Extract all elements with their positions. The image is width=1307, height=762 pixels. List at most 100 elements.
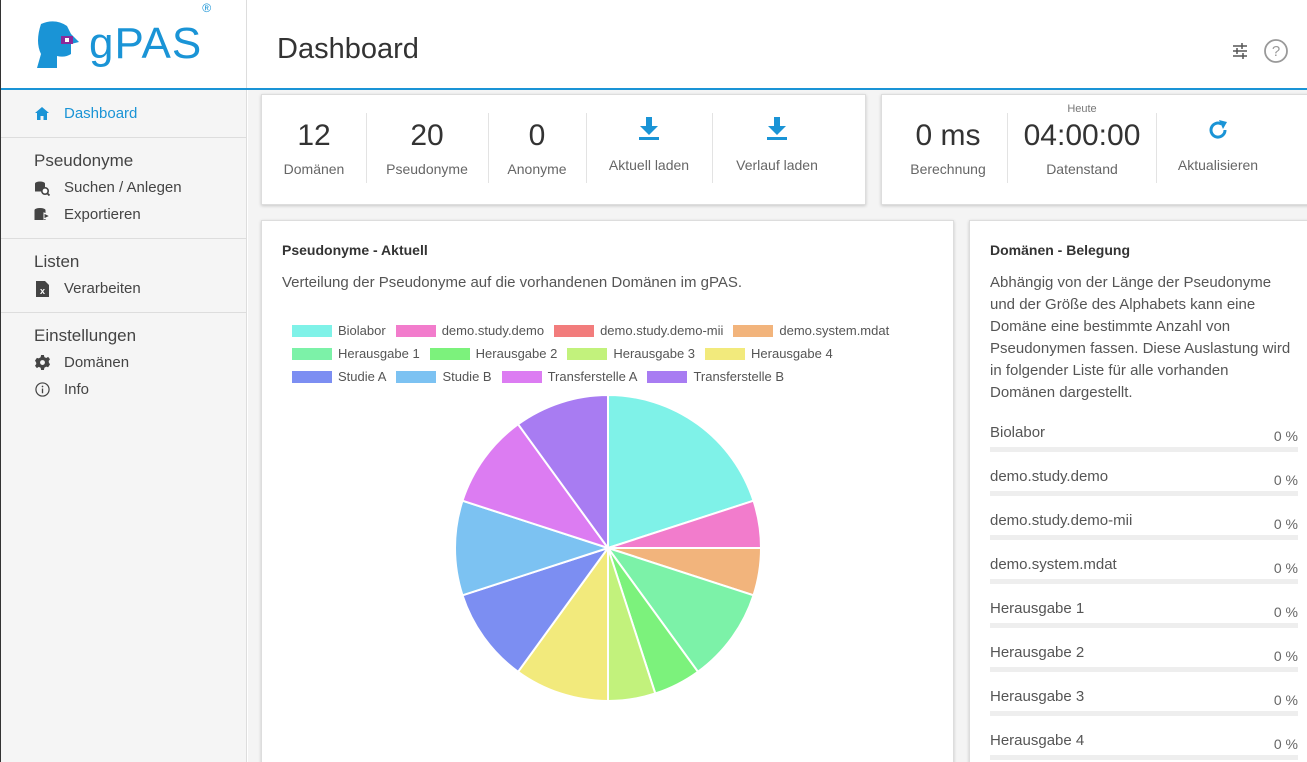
legend-item[interactable]: demo.study.demo	[395, 323, 545, 338]
usage-bar	[990, 535, 1298, 540]
stat-value: 04:00:00	[1023, 119, 1141, 152]
legend-label: Transferstelle B	[693, 369, 784, 384]
divider	[1, 312, 246, 313]
legend-item[interactable]: Herausgabe 4	[705, 346, 833, 361]
legend-label: Studie B	[442, 369, 492, 384]
sidebar-item-domaenen[interactable]: Domänen	[1, 349, 246, 376]
domain-name: Herausgabe 2	[990, 644, 1085, 661]
stat-domaenen: 12 Domänen	[262, 95, 366, 205]
domain-name: Herausgabe 3	[990, 688, 1085, 705]
page-title: Dashboard	[277, 33, 419, 65]
legend-label: Studie A	[338, 369, 387, 384]
sidebar-item-label: Exportieren	[64, 206, 141, 223]
header: Dashboard ?	[247, 0, 1307, 88]
aktualisieren-button[interactable]: Aktualisieren	[1156, 95, 1280, 205]
sidebar-item-label: Dashboard	[64, 105, 138, 122]
status-card: 0 ms Berechnung Heute 04:00:00 Datenstan…	[881, 94, 1307, 205]
svg-text:?: ?	[1272, 43, 1280, 60]
legend-swatch	[567, 347, 608, 360]
belegung-row: demo.study.demo-mii 0 %	[990, 512, 1298, 556]
sidebar-item-suchen-anlegen[interactable]: Suchen / Anlegen	[1, 174, 246, 201]
usage-bar	[990, 755, 1298, 760]
legend-swatch	[554, 324, 595, 337]
legend-item[interactable]: Herausgabe 2	[429, 346, 558, 361]
sliders-icon[interactable]	[1231, 42, 1249, 65]
chart-legend: Biolabor demo.study.demo demo.study.demo-m…	[292, 319, 942, 388]
logo[interactable]: gPAS®	[1, 0, 247, 88]
legend-item[interactable]: Transferstelle B	[647, 369, 784, 384]
legend-item[interactable]: Studie A	[292, 369, 386, 384]
belegung-row: demo.system.mdat 0 %	[990, 556, 1298, 600]
card-description: Abhängig von der Länge der Pseudonyme un…	[990, 274, 1291, 401]
domain-usage-percent: 0 %	[1273, 604, 1298, 620]
excel-file-icon: x	[34, 280, 50, 297]
sidebar-item-label: Suchen / Anlegen	[64, 179, 182, 196]
domain-name: Herausgabe 4	[990, 732, 1085, 749]
legend-item[interactable]: demo.study.demo-mii	[554, 323, 723, 338]
domain-usage-percent: 0 %	[1273, 736, 1298, 752]
search-database-icon	[34, 180, 50, 196]
usage-bar	[990, 711, 1298, 716]
heute-label: Heute	[1067, 103, 1097, 115]
card-title: Pseudonyme - Aktuell	[282, 242, 428, 258]
usage-bar	[990, 447, 1298, 452]
stat-pseudonyme: 20 Pseudonyme	[366, 95, 488, 205]
home-icon	[34, 106, 50, 122]
legend-item[interactable]: demo.system.mdat	[733, 323, 889, 338]
sidebar-item-label: Domänen	[64, 354, 130, 371]
divider	[1, 137, 246, 138]
sidebar-item-verarbeiten[interactable]: x Verarbeiten	[1, 275, 246, 302]
legend-item[interactable]: Herausgabe 1	[292, 346, 420, 361]
sidebar-heading-pseudonyme: Pseudonyme	[34, 151, 134, 170]
stat-label: Anonyme	[507, 161, 567, 177]
verlauf-laden-button[interactable]: Verlauf laden	[712, 95, 842, 205]
stat-berechnung: 0 ms Berechnung	[882, 95, 1014, 205]
legend-item[interactable]: Herausgabe 3	[567, 346, 695, 361]
card-title: Domänen - Belegung	[990, 242, 1131, 258]
stat-label: Datenstand	[1046, 161, 1118, 177]
button-label: Verlauf laden	[736, 157, 818, 173]
domain-usage-percent: 0 %	[1273, 692, 1298, 708]
legend-label: Herausgabe 2	[475, 346, 558, 361]
legend-swatch	[429, 347, 470, 360]
legend-swatch	[395, 324, 436, 337]
download-icon	[766, 117, 788, 146]
usage-bar	[990, 579, 1298, 584]
app-window: gPAS® Dashboard ? Dashboard Pseudonyme S…	[0, 0, 1307, 762]
legend-label: demo.study.demo	[441, 323, 545, 338]
legend-item[interactable]: Biolabor	[292, 323, 386, 338]
stats-card: 12 Domänen 20 Pseudonyme 0 Anonyme Aktue…	[261, 94, 866, 205]
sidebar-item-exportieren[interactable]: Exportieren	[1, 201, 246, 228]
belegung-row: Herausgabe 4 0 %	[990, 732, 1298, 762]
belegung-row: Herausgabe 2 0 %	[990, 644, 1298, 688]
legend-swatch	[705, 347, 746, 360]
legend-swatch	[292, 324, 332, 337]
sidebar-item-label: Info	[64, 381, 90, 398]
sidebar-heading-einstellungen: Einstellungen	[34, 326, 137, 345]
sidebar-item-dashboard[interactable]: Dashboard	[1, 100, 246, 127]
usage-bar	[990, 491, 1298, 496]
sidebar-item-info[interactable]: Info	[1, 376, 246, 403]
legend-swatch	[647, 370, 688, 383]
legend-swatch	[292, 347, 332, 360]
legend-item[interactable]: Studie B	[396, 369, 492, 384]
domain-name: demo.study.demo-mii	[990, 512, 1133, 529]
main-content: 12 Domänen 20 Pseudonyme 0 Anonyme Aktue…	[248, 90, 1307, 762]
stat-anonyme: 0 Anonyme	[488, 95, 586, 205]
legend-swatch	[396, 370, 437, 383]
legend-label: demo.system.mdat	[779, 323, 890, 338]
domain-usage-percent: 0 %	[1273, 472, 1298, 488]
legend-item[interactable]: Transferstelle A	[501, 369, 637, 384]
usage-bar	[990, 667, 1298, 672]
usage-bar	[990, 623, 1298, 628]
stat-value: 20	[410, 119, 444, 152]
help-circle-icon[interactable]: ?	[1263, 38, 1289, 69]
gear-icon	[34, 355, 50, 371]
button-label: Aktualisieren	[1177, 157, 1259, 173]
aktuell-laden-button[interactable]: Aktuell laden	[586, 95, 712, 205]
belegung-row: demo.study.demo 0 %	[990, 468, 1298, 512]
stat-label: Domänen	[283, 161, 345, 177]
belegung-row: Biolabor 0 %	[990, 424, 1298, 468]
refresh-icon	[1207, 119, 1229, 146]
gpas-logo-icon	[37, 21, 79, 68]
